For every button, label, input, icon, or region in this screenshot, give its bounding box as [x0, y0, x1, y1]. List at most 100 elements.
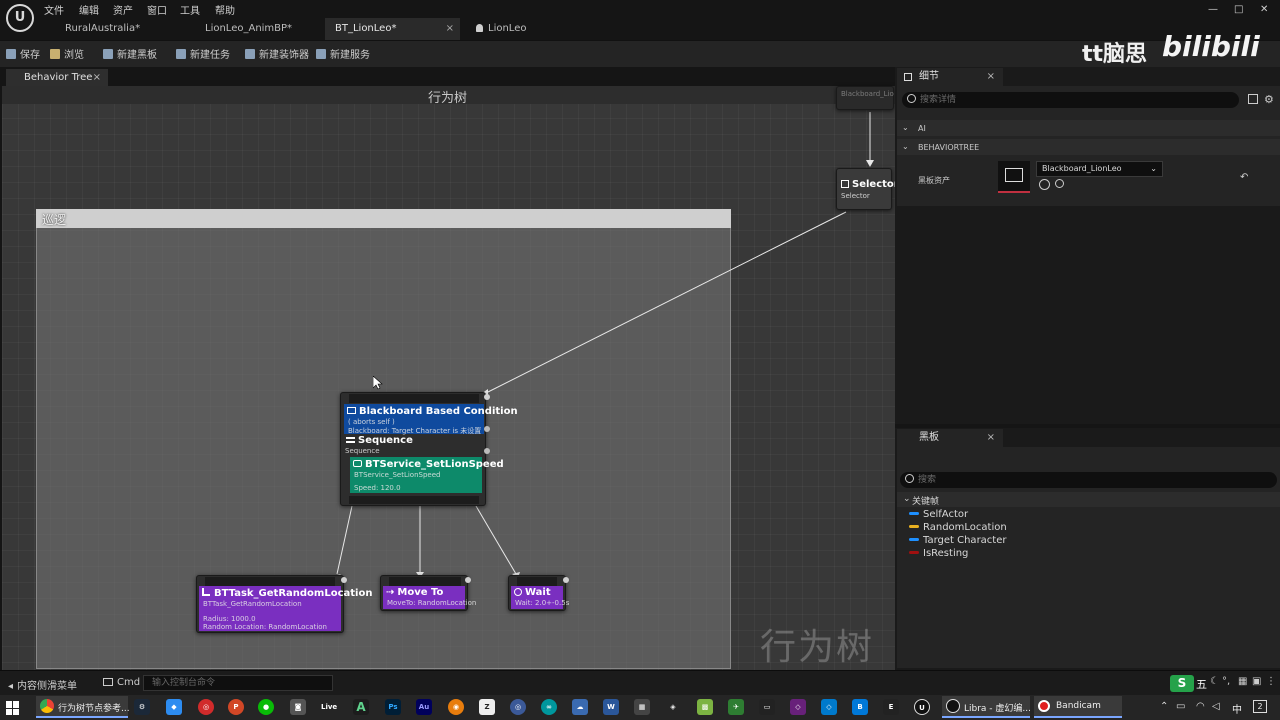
task-subtitle: BTTask_GetRandomLocation: [203, 600, 302, 608]
epic-games-icon[interactable]: E: [883, 699, 899, 715]
root-node-label: Blackboard_Lio: [841, 90, 894, 98]
input-language-indicator[interactable]: 中: [1232, 701, 1242, 716]
task-body[interactable]: BTTask_GetRandomLocation BTTask_GetRando…: [199, 586, 372, 631]
console-command-input[interactable]: 输入控制台命令: [143, 675, 333, 691]
blackboard-key-selfactor[interactable]: SelfActor: [909, 509, 968, 520]
browse-asset-search-icon[interactable]: [1055, 179, 1064, 188]
app-b-icon[interactable]: B: [852, 699, 868, 715]
app-diamond-icon[interactable]: ◈: [665, 699, 681, 715]
tab-details[interactable]: 细节 ×: [897, 68, 1003, 86]
punctuation-icon[interactable]: °,: [1222, 676, 1230, 687]
ableton-live-icon[interactable]: Live: [321, 699, 337, 715]
task-body[interactable]: ⇢ Move To MoveTo: RandomLocation: [383, 586, 476, 609]
steam-icon[interactable]: ⚙: [134, 699, 150, 715]
grid-icon[interactable]: ⋮: [1266, 676, 1276, 687]
powerpoint-icon[interactable]: P: [228, 699, 244, 715]
wechat-icon[interactable]: ●: [258, 699, 274, 715]
decorator-abort: ( aborts self ): [348, 418, 395, 426]
taskbar-libra-unreal[interactable]: Libra - 虚幻编...: [942, 696, 1031, 718]
clock-icon: [514, 588, 522, 596]
photoshop-icon[interactable]: Ps: [385, 699, 401, 715]
content-drawer-label: 内容侧滑菜单: [17, 681, 78, 692]
settings-gear-icon[interactable]: ⚙: [1264, 93, 1274, 106]
blackboard-asset-thumbnail[interactable]: [998, 161, 1030, 193]
root-node[interactable]: Blackboard_Lio: [836, 86, 894, 110]
volume-icon[interactable]: ◁: [1212, 701, 1220, 712]
sequence-node[interactable]: Blackboard Based Condition ( aborts self…: [340, 392, 518, 506]
app-blue-icon[interactable]: ◆: [166, 699, 182, 715]
app-cloud-icon[interactable]: ☁: [572, 699, 588, 715]
ime-mode-label[interactable]: 五: [1196, 676, 1207, 692]
details-tab-label: 细节: [919, 71, 939, 82]
close-icon[interactable]: ×: [987, 68, 995, 86]
task-wait-node[interactable]: Wait Wait: 2.0+-0.5s: [508, 575, 569, 611]
tab-blackboard[interactable]: 黑板 ×: [897, 429, 1003, 447]
unreal-taskbar-icon[interactable]: U: [914, 699, 930, 715]
task-body[interactable]: Wait Wait: 2.0+-0.5s: [511, 586, 569, 609]
selector-title: Selector: [841, 179, 899, 190]
search-icon: [907, 94, 916, 103]
pin-dot[interactable]: [484, 448, 490, 454]
mouse-cursor-icon: [373, 376, 383, 390]
task-get-random-location-node[interactable]: BTTask_GetRandomLocation BTTask_GetRando…: [196, 575, 372, 633]
keyboard-icon[interactable]: ▦: [1238, 676, 1247, 687]
cmd-dropdown[interactable]: Cmd: [103, 677, 140, 688]
blender-icon[interactable]: ◉: [448, 699, 464, 715]
output-pin-bar[interactable]: [349, 496, 479, 504]
network-icon[interactable]: ▭: [1176, 701, 1185, 712]
audition-icon[interactable]: Au: [416, 699, 432, 715]
input-pin-bar[interactable]: [389, 577, 461, 586]
selector-node[interactable]: Selector Selector: [836, 168, 899, 210]
netease-music-icon[interactable]: ◎: [198, 699, 214, 715]
android-studio-icon[interactable]: A: [353, 699, 369, 715]
calculator-icon[interactable]: ▦: [634, 699, 650, 715]
pin-dot[interactable]: [484, 426, 490, 432]
sogou-ime-icon[interactable]: S: [1170, 675, 1194, 692]
obs-icon[interactable]: ◎: [510, 699, 526, 715]
taskbar-bandicam[interactable]: Bandicam: [1034, 696, 1122, 718]
input-pin-bar[interactable]: [349, 394, 479, 403]
arduino-icon[interactable]: ∞: [541, 699, 557, 715]
use-selected-asset-icon[interactable]: [1039, 179, 1050, 190]
content-drawer-button[interactable]: ◂ 内容侧滑菜单: [8, 677, 77, 692]
blackboard-asset-value: Blackboard_LionLeo: [1042, 164, 1122, 173]
sequence-subtitle: Sequence: [345, 447, 380, 455]
decorator-blackboard-condition[interactable]: Blackboard Based Condition ( aborts self…: [344, 404, 518, 435]
keys-header[interactable]: [897, 492, 1280, 507]
visual-studio-icon[interactable]: ◇: [790, 699, 806, 715]
notification-icon[interactable]: 2: [1253, 700, 1267, 713]
ps-label: Ps: [388, 703, 398, 711]
word-icon[interactable]: W: [603, 699, 619, 715]
details-search-input[interactable]: 搜索详情: [902, 92, 1239, 108]
app-green-icon[interactable]: ✈: [728, 699, 744, 715]
blackboard-key-isresting[interactable]: IsResting: [909, 548, 968, 559]
skin-icon[interactable]: ▣: [1252, 676, 1261, 687]
input-pin-bar[interactable]: [205, 577, 335, 586]
blackboard-search-input[interactable]: 搜索: [900, 472, 1277, 488]
wifi-icon[interactable]: ◠: [1196, 701, 1205, 712]
zbrush-icon[interactable]: Z: [479, 699, 495, 715]
camera-icon[interactable]: ◙: [290, 699, 306, 715]
blackboard-key-randomlocation[interactable]: RandomLocation: [909, 522, 1007, 533]
windows-start-icon[interactable]: [6, 701, 20, 715]
vscode-icon[interactable]: ◇: [821, 699, 837, 715]
blackboard-key-target-character[interactable]: Target Character: [909, 535, 1007, 546]
task-move-to-node[interactable]: ⇢ Move To MoveTo: RandomLocation: [380, 575, 476, 611]
service-set-lion-speed[interactable]: BTService_SetLionSpeed BTService_SetLion…: [350, 457, 504, 493]
close-icon[interactable]: ×: [987, 429, 995, 447]
view-options-icon[interactable]: [1248, 94, 1258, 104]
reset-arrow-icon[interactable]: ↶: [1240, 172, 1248, 183]
tray-chevron-icon[interactable]: ⌃: [1160, 701, 1168, 712]
moon-icon[interactable]: ☾: [1210, 676, 1219, 687]
chevron-down-icon: ⌄: [903, 494, 911, 504]
pin-dot[interactable]: [465, 577, 471, 583]
taskbar-chrome[interactable]: 行为树节点参考...: [36, 696, 130, 718]
pin-dot[interactable]: [341, 577, 347, 583]
minecraft-icon[interactable]: ▩: [697, 699, 713, 715]
pin-dot[interactable]: [563, 577, 569, 583]
input-pin-bar[interactable]: [517, 577, 557, 586]
section-ai-header[interactable]: [897, 120, 1280, 136]
terminal-app-icon[interactable]: ▭: [759, 699, 775, 715]
blackboard-asset-dropdown[interactable]: Blackboard_LionLeo ⌄: [1036, 161, 1163, 177]
pin-dot[interactable]: [484, 394, 490, 400]
